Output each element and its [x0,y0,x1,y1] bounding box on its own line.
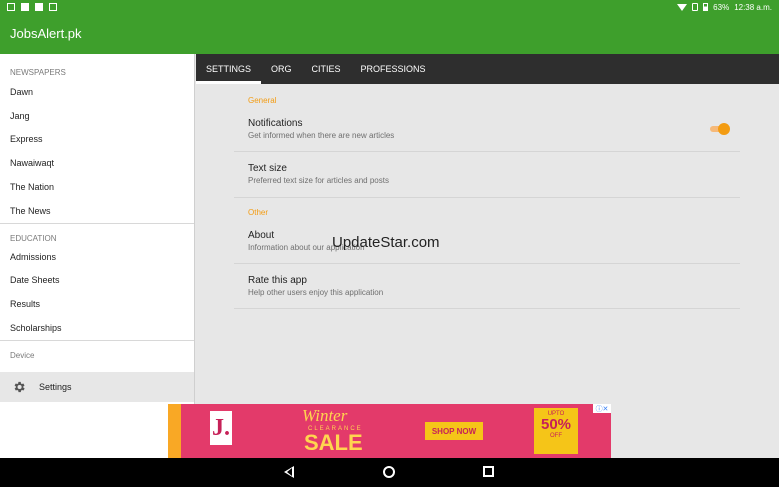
battery-percent: 63% [713,2,730,12]
drawer-item-results[interactable]: Results [0,292,194,316]
drawer-item-scholarships[interactable]: Scholarships [0,316,194,340]
tab-bar: SETTINGS ORG CITIES PROFESSIONS [196,54,779,84]
pref-rate-app[interactable]: Rate this app Help other users enjoy thi… [234,264,740,309]
gear-icon [14,381,25,393]
pref-about-title: About [248,230,275,241]
notifications-toggle[interactable] [710,123,730,135]
tab-professions[interactable]: PROFESSIONS [351,54,436,84]
ad-banner[interactable]: J. Winter CLEARANCE SALE SHOP NOW UPTO 5… [168,404,611,458]
app-bar: JobsAlert.pk [0,14,779,54]
ad-headline-top: Winter [302,406,348,425]
home-icon[interactable] [383,466,395,478]
pref-about[interactable]: About Information about our application [234,218,740,264]
ad-tag-suffix: OFF [550,433,562,439]
square-notification-icon [21,3,29,11]
tab-settings[interactable]: SETTINGS [196,54,262,84]
drawer-item-date-sheets[interactable]: Date Sheets [0,269,194,293]
drawer-section-education: EDUCATION [0,222,194,245]
category-other: Other [248,208,269,217]
app-title: JobsAlert.pk [10,26,82,41]
ad-discount-tag: UPTO 50% OFF [534,408,578,454]
tab-org[interactable]: ORG [261,54,302,84]
status-bar: 63% 12:38 a.m. [0,0,779,14]
ad-headline-main: SALE [304,430,363,455]
send-notification-icon [49,3,57,11]
navigation-drawer: NEWSPAPERS Dawn Jang Express Nawaiwaqt T… [0,54,195,458]
pref-notifications-summary: Get informed when there are new articles [248,131,395,140]
drawer-item-nawaiwaqt[interactable]: Nawaiwaqt [0,151,194,175]
drawer-item-the-nation[interactable]: The Nation [0,175,194,199]
drawer-section-newspapers: NEWSPAPERS [10,68,66,77]
system-nav-bar [0,458,779,487]
square-notification-icon [35,3,43,11]
vibrate-icon [692,3,699,11]
battery-icon [703,3,709,11]
drawer-item-express[interactable]: Express [0,128,194,152]
ad-accent-strip [168,404,181,458]
ad-logo: J. [210,411,232,445]
pref-rate-summary: Help other users enjoy this application [248,288,384,297]
category-general: General [248,96,277,105]
wifi-icon [677,3,688,11]
pref-notifications[interactable]: Notifications Get informed when there ar… [234,106,740,152]
drawer-item-jang[interactable]: Jang [0,104,194,128]
clock: 12:38 a.m. [734,2,772,12]
ad-close-icon[interactable]: ⓘ✕ [593,404,611,413]
pref-rate-title: Rate this app [248,275,307,286]
image-notification-icon [7,3,15,11]
drawer-item-settings[interactable]: Settings [0,372,194,402]
pref-text-size-summary: Preferred text size for articles and pos… [248,176,389,185]
drawer-item-the-news[interactable]: The News [0,199,194,223]
ad-tag-big: 50% [540,416,572,433]
pref-notifications-title: Notifications [248,118,303,129]
drawer-item-settings-label: Settings [39,382,72,392]
pref-text-size[interactable]: Text size Preferred text size for articl… [234,152,740,198]
watermark: UpdateStar.com [332,234,440,251]
toggle-thumb [718,123,730,135]
settings-panel: General Notifications Get informed when … [196,84,779,404]
system-indicators: 63% 12:38 a.m. [677,3,779,12]
notification-icons [0,3,57,11]
drawer-item-admissions[interactable]: Admissions [0,245,194,269]
tab-cities[interactable]: CITIES [302,54,351,84]
recents-icon[interactable] [483,466,494,477]
ad-shop-now-button[interactable]: SHOP NOW [425,422,483,440]
drawer-section-device: Device [0,339,194,362]
back-icon[interactable] [284,466,294,478]
drawer-item-dawn[interactable]: Dawn [0,80,194,104]
pref-text-size-title: Text size [248,163,287,174]
